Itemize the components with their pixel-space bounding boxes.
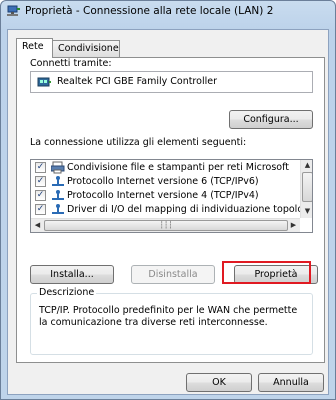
list-item[interactable]: ✓ Driver di I/O del mapping di individua… bbox=[31, 202, 301, 216]
protocol-icon bbox=[51, 189, 65, 202]
scroll-up-icon[interactable]: ▲ bbox=[302, 160, 312, 171]
item-label: Driver di I/O del mapping di individuazi… bbox=[67, 204, 301, 215]
list-item[interactable]: ✓ Protocollo Internet versione 6 (TCP/IP… bbox=[31, 174, 301, 189]
tab-condivisione[interactable]: Condivisione bbox=[52, 40, 120, 58]
title-bar[interactable]: Proprietà - Connessione alla rete locale… bbox=[1, 1, 335, 23]
horizontal-scroll-thumb[interactable]: ┆┆┆ bbox=[44, 220, 288, 231]
protocol-icon bbox=[51, 203, 65, 216]
window-title: Proprietà - Connessione alla rete locale… bbox=[25, 5, 274, 17]
properties-dialog: Proprietà - Connessione alla rete locale… bbox=[0, 0, 336, 400]
connect-using-label: Connetti tramite: bbox=[30, 58, 112, 69]
network-icon bbox=[7, 5, 21, 17]
item-checkbox[interactable]: ✓ bbox=[35, 176, 46, 187]
printer-share-icon bbox=[50, 161, 65, 174]
description-legend: Descrizione bbox=[37, 287, 97, 298]
scroll-right-icon[interactable]: ▶ bbox=[288, 220, 299, 231]
cancel-button[interactable]: Annulla bbox=[258, 373, 324, 392]
ok-button[interactable]: OK bbox=[186, 373, 252, 392]
item-checkbox[interactable]: ✓ bbox=[35, 190, 46, 201]
vertical-scrollbar[interactable]: ▲ ▼ bbox=[300, 160, 312, 218]
install-button[interactable]: Installa... bbox=[30, 265, 114, 284]
scroll-down-icon[interactable]: ▼ bbox=[302, 206, 312, 217]
list-item[interactable]: ✓ Condivisione file e stampanti per reti… bbox=[31, 160, 301, 175]
protocol-icon bbox=[51, 175, 65, 188]
item-checkbox[interactable]: ✓ bbox=[35, 162, 46, 173]
dialog-client: Rete Condivisione Connetti tramite: Real… bbox=[7, 29, 329, 395]
configure-button[interactable]: Configura... bbox=[229, 110, 313, 129]
item-label: Condivisione file e stampanti per reti M… bbox=[67, 162, 290, 173]
tab-panel-rete: Connetti tramite: Realtek PCI GBE Family… bbox=[16, 57, 325, 363]
highlight-box bbox=[222, 261, 311, 284]
tab-rete[interactable]: Rete bbox=[16, 38, 53, 58]
item-checkbox[interactable]: ✓ bbox=[35, 204, 46, 215]
components-list[interactable]: ✓ Condivisione file e stampanti per reti… bbox=[30, 159, 313, 233]
items-label: La connessione utilizza gli elementi seg… bbox=[30, 137, 247, 148]
description-text: TCP/IP. Protocollo predefinito per le WA… bbox=[39, 305, 298, 328]
item-label: Protocollo Internet versione 4 (TCP/IPv4… bbox=[67, 190, 259, 201]
item-label: Protocollo Internet versione 6 (TCP/IPv6… bbox=[67, 176, 259, 187]
network-adapter-icon bbox=[37, 75, 51, 89]
list-item[interactable]: ✓ Protocollo Internet versione 4 (TCP/IP… bbox=[31, 188, 301, 203]
uninstall-button: Disinstalla bbox=[131, 265, 215, 284]
horizontal-scrollbar[interactable]: ◀ ┆┆┆ ▶ bbox=[31, 218, 300, 232]
vertical-scroll-thumb[interactable] bbox=[302, 172, 312, 202]
description-group: Descrizione TCP/IP. Protocollo predefini… bbox=[30, 287, 313, 355]
adapter-box: Realtek PCI GBE Family Controller bbox=[30, 71, 313, 93]
scroll-left-icon[interactable]: ◀ bbox=[32, 220, 43, 231]
adapter-name: Realtek PCI GBE Family Controller bbox=[57, 76, 217, 87]
